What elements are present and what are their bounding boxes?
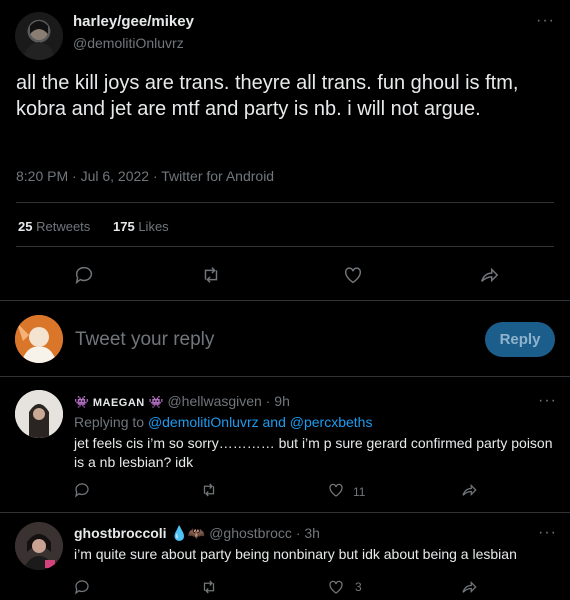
composer-avatar[interactable] [15, 315, 63, 363]
author-avatar[interactable] [15, 12, 63, 60]
tweet-text: all the kill joys are trans. theyre all … [16, 72, 519, 120]
like-count: 3 [355, 580, 362, 594]
divider [16, 246, 554, 247]
retweet-icon[interactable] [200, 578, 218, 596]
reply-avatar-image [15, 390, 63, 438]
reply-avatar[interactable] [15, 390, 63, 438]
reply-icon[interactable] [73, 578, 91, 596]
like-icon[interactable] [342, 264, 364, 286]
retweet-icon[interactable] [200, 264, 222, 286]
more-icon[interactable]: ··· [538, 524, 557, 542]
reply-author-handle[interactable]: @ghostbrocc [209, 525, 292, 541]
reply-header: 👾 MAEGAN 👾 @hellwasgiven · 9h [74, 393, 290, 409]
reply-author-handle[interactable]: @hellwasgiven [167, 393, 261, 409]
share-icon[interactable] [460, 481, 478, 499]
like-count: 11 [353, 485, 366, 499]
bat-icon: 🦇 [187, 525, 206, 541]
author-name[interactable]: harley/gee/mikey [73, 13, 194, 30]
divider [0, 300, 570, 301]
reply-text: jet feels cis i’m so sorry………… but i’m p… [74, 435, 553, 470]
reply-input[interactable]: Tweet your reply [75, 329, 214, 351]
reply-icon[interactable] [73, 264, 95, 286]
likes-stat[interactable]: 175 Likes [113, 219, 169, 234]
blood-drop-icon: 💧 [170, 525, 188, 541]
ghost-emoji-icon: 👾 [74, 395, 89, 409]
reply-author-name[interactable]: MAEGAN [93, 397, 145, 409]
replying-to-users[interactable]: @demolitiOnluvrz and @percxbeths [148, 414, 373, 430]
reply-header: ghostbroccoli 💧🦇 @ghostbrocc · 3h [74, 525, 320, 542]
author-handle[interactable]: @demolitiOnluvrz [73, 35, 184, 51]
composer-avatar-image [15, 315, 63, 363]
divider [0, 376, 570, 377]
reply-time[interactable]: · 9h [266, 393, 290, 409]
divider [0, 512, 570, 513]
more-icon[interactable]: ··· [538, 392, 557, 410]
likes-count: 175 [113, 219, 135, 234]
more-icon[interactable]: ··· [536, 12, 555, 30]
reply-time[interactable]: · 3h [296, 525, 320, 541]
author-avatar-image [23, 21, 55, 60]
retweets-label: Retweets [36, 219, 91, 234]
reply-icon[interactable] [73, 481, 91, 499]
share-icon[interactable] [478, 264, 500, 286]
like-icon[interactable] [327, 578, 345, 596]
reply-avatar[interactable] [15, 522, 63, 570]
divider [16, 202, 554, 203]
reply-author-name[interactable]: ghostbroccoli [74, 525, 167, 541]
ghost-emoji-icon: 👾 [148, 395, 164, 409]
share-icon[interactable] [460, 578, 478, 596]
reply-avatar-image [15, 522, 63, 570]
retweets-count: 25 [18, 219, 33, 234]
replying-to-prefix: Replying to [74, 414, 148, 430]
reply-text: i’m quite sure about party being nonbina… [74, 546, 517, 562]
reply-button[interactable]: Reply [485, 322, 555, 357]
replying-to: Replying to @demolitiOnluvrz and @percxb… [74, 414, 372, 430]
retweet-icon[interactable] [200, 481, 218, 499]
likes-label: Likes [138, 219, 169, 234]
tweet-timestamp[interactable]: 8:20 PM · Jul 6, 2022 · Twitter for Andr… [16, 168, 274, 184]
retweets-stat[interactable]: 25 Retweets [18, 219, 90, 234]
like-icon[interactable] [327, 481, 345, 499]
